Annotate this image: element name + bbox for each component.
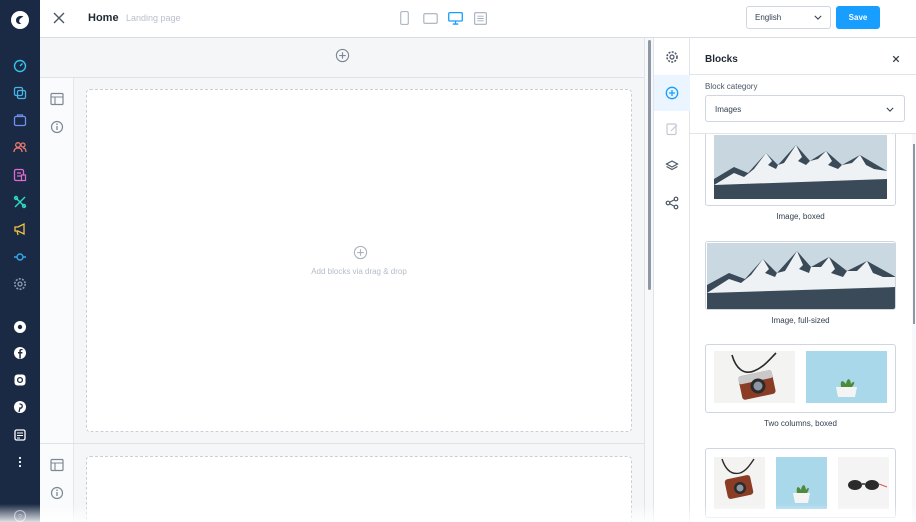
tab-share[interactable]: [654, 185, 690, 221]
language-select[interactable]: English: [746, 6, 831, 29]
list-view-icon[interactable]: [472, 10, 488, 26]
pinterest-icon[interactable]: [9, 396, 31, 418]
block-label: Image, boxed: [776, 212, 825, 221]
plant-image: [806, 351, 887, 403]
section-info-icon[interactable]: [50, 486, 64, 500]
share-icon: [665, 196, 679, 210]
customers-icon[interactable]: [9, 136, 31, 158]
block-drop-zone[interactable]: Add blocks via drag & drop: [86, 89, 632, 432]
section-toolbar: [40, 444, 74, 522]
admin-main-navigation: ?: [0, 0, 40, 522]
camera-image: [714, 351, 795, 403]
close-editor-icon[interactable]: [50, 9, 68, 27]
chevron-down-icon: [886, 107, 894, 112]
page-title: Home: [88, 12, 119, 24]
layers-icon: [665, 160, 679, 171]
block-list: Image, boxed Image, full-sized Two colum…: [690, 134, 912, 522]
blocks-panel: Blocks Block category Images Image, boxe…: [690, 38, 916, 522]
block-category-value: Images: [715, 105, 742, 114]
marketing-icon[interactable]: [9, 218, 31, 240]
tab-add-block[interactable]: [654, 75, 690, 111]
panel-scroll-thumb[interactable]: [913, 144, 915, 324]
desktop-icon[interactable]: [447, 10, 463, 26]
extensions-icon[interactable]: [9, 191, 31, 213]
sales-channels-icon[interactable]: [9, 246, 31, 268]
tab-settings[interactable]: [654, 39, 690, 75]
dashboard-icon[interactable]: [9, 55, 31, 77]
page-editor-toolbar: Home Landing page English Save: [40, 0, 916, 38]
save-button[interactable]: Save: [836, 6, 880, 29]
sunglasses-image: [838, 457, 889, 509]
tablet-icon[interactable]: [422, 10, 438, 26]
panel-scrollbar[interactable]: [912, 134, 916, 522]
add-section-top-button[interactable]: [335, 48, 350, 68]
settings-icon: [666, 51, 678, 63]
content-icon[interactable]: [9, 164, 31, 186]
edit-icon: [666, 123, 678, 136]
svg-text:?: ?: [18, 514, 22, 521]
panel-title: Blocks: [705, 54, 738, 65]
canvas-scrollbar[interactable]: [644, 38, 653, 522]
storefront-channel-icon[interactable]: [9, 316, 31, 338]
block-preview-three-columns[interactable]: [705, 448, 896, 518]
block-preview-image-full-sized[interactable]: [705, 241, 896, 310]
plus-circle-icon: [335, 48, 350, 63]
facebook-icon[interactable]: [9, 342, 31, 364]
section-toolbar: [40, 78, 74, 443]
plant-image: [776, 457, 827, 509]
section-layout-icon[interactable]: [50, 92, 64, 106]
pos-icon[interactable]: [9, 424, 31, 446]
block-label: Image, full-sized: [771, 316, 830, 325]
language-select-value: English: [755, 13, 782, 22]
mountain-image: [714, 135, 887, 199]
add-block-icon: [665, 86, 679, 100]
panel-divider: [690, 74, 916, 75]
block-label: Two columns, boxed: [764, 419, 837, 428]
camera-image: [714, 457, 765, 509]
section-layout-icon[interactable]: [50, 458, 64, 472]
close-icon[interactable]: [892, 55, 900, 63]
chevron-down-icon: [814, 15, 822, 20]
page-type-label: Landing page: [126, 13, 181, 23]
sidebar-tab-bar: [653, 38, 690, 522]
block-preview-two-columns-boxed[interactable]: [705, 344, 896, 413]
block-category-label: Block category: [705, 82, 758, 91]
more-icon[interactable]: [9, 451, 31, 473]
block-category-select[interactable]: Images: [705, 95, 905, 122]
orders-icon[interactable]: [9, 109, 31, 131]
section-divider: [40, 77, 644, 78]
tab-layers[interactable]: [654, 148, 690, 184]
section-info-icon[interactable]: [50, 120, 64, 134]
help-icon[interactable]: ?: [9, 505, 31, 522]
tab-edit[interactable]: [654, 111, 690, 147]
instagram-icon[interactable]: [9, 369, 31, 391]
mountain-image: [707, 243, 895, 309]
block-drop-zone[interactable]: [86, 456, 632, 522]
block-preview-image-boxed[interactable]: [705, 134, 896, 206]
section-divider: [40, 443, 644, 444]
page-canvas: Add blocks via drag & drop: [40, 38, 644, 522]
shopware-logo-icon[interactable]: [8, 8, 32, 32]
canvas-scroll-thumb[interactable]: [648, 40, 651, 290]
drop-zone-hint: Add blocks via drag & drop: [311, 267, 407, 276]
settings-icon[interactable]: [9, 273, 31, 295]
mobile-icon[interactable]: [397, 10, 411, 26]
catalogue-icon[interactable]: [9, 82, 31, 104]
add-block-button[interactable]: [353, 245, 368, 265]
plus-circle-icon: [353, 245, 368, 260]
